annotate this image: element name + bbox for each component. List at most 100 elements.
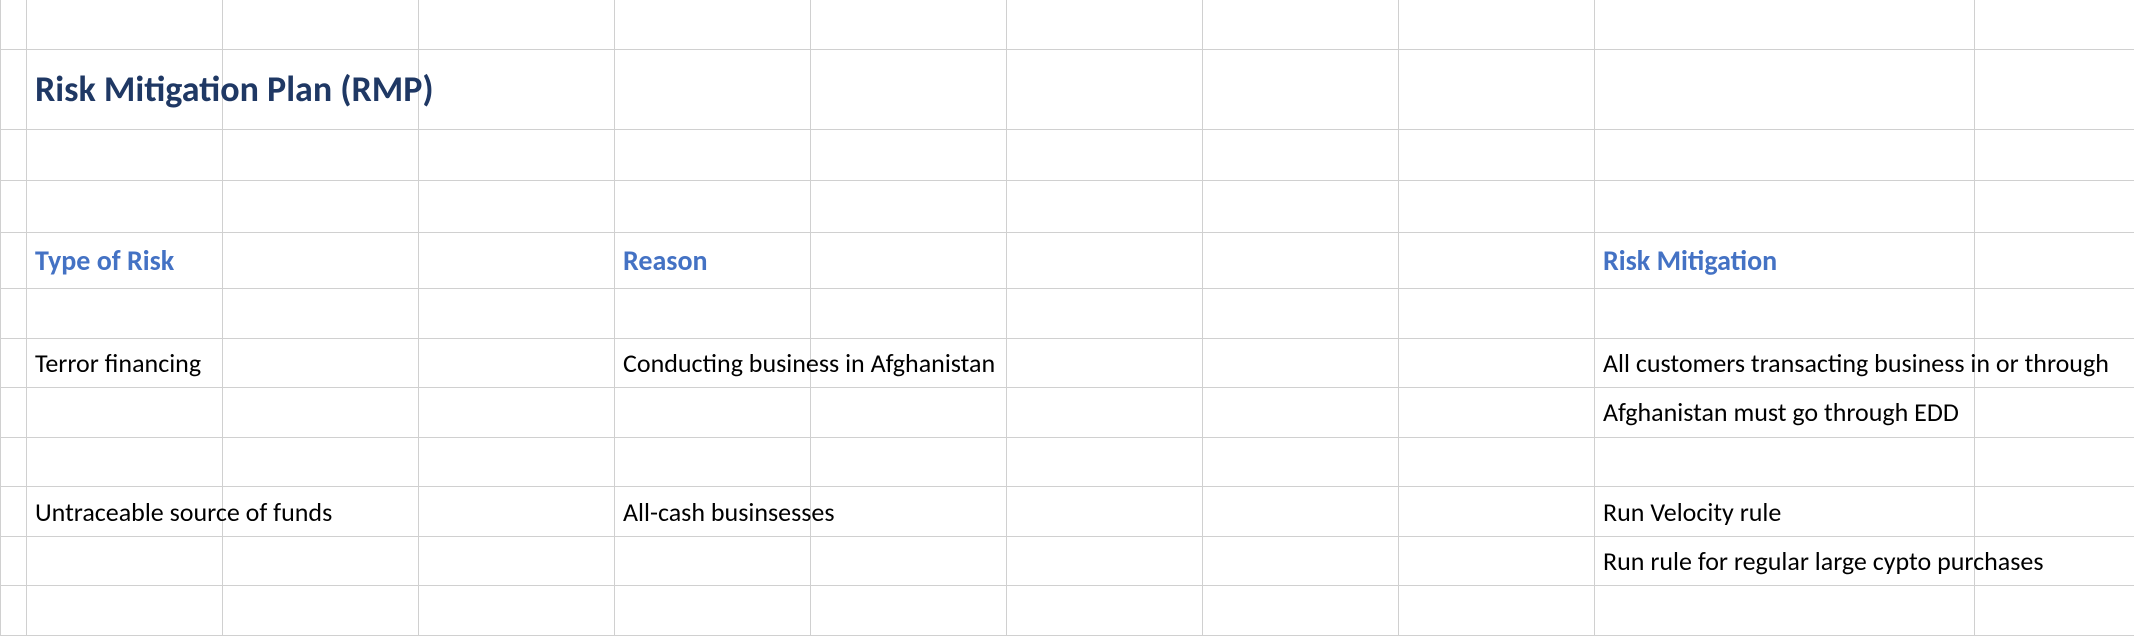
cell-type[interactable]: Terror financing: [27, 338, 223, 388]
cell[interactable]: [811, 289, 1007, 339]
cell[interactable]: [1399, 50, 1595, 130]
cell[interactable]: [811, 586, 1007, 636]
cell[interactable]: [1595, 437, 1975, 487]
cell[interactable]: [1399, 289, 1595, 339]
cell[interactable]: [1975, 0, 2134, 50]
cell[interactable]: [223, 338, 419, 388]
cell[interactable]: [1975, 487, 2134, 537]
cell-mitigation[interactable]: Run rule for regular large cypto purchas…: [1595, 536, 1975, 586]
cell[interactable]: [27, 388, 223, 438]
cell[interactable]: [1595, 0, 1975, 50]
cell[interactable]: [419, 536, 615, 586]
cell[interactable]: [1, 536, 27, 586]
cell[interactable]: [1975, 437, 2134, 487]
cell[interactable]: [1399, 586, 1595, 636]
cell[interactable]: [1, 289, 27, 339]
cell[interactable]: [1399, 388, 1595, 438]
cell[interactable]: [615, 129, 811, 181]
cell-mitigation[interactable]: All customers transacting business in or…: [1595, 338, 1975, 388]
cell-mitigation[interactable]: Run Velocity rule: [1595, 487, 1975, 537]
cell[interactable]: [1595, 181, 1975, 233]
cell[interactable]: [223, 388, 419, 438]
cell[interactable]: [1007, 50, 1203, 130]
cell[interactable]: [419, 388, 615, 438]
cell[interactable]: [1595, 586, 1975, 636]
cell[interactable]: [1007, 536, 1203, 586]
cell-reason[interactable]: All-cash businsesses: [615, 487, 811, 537]
cell[interactable]: [1007, 181, 1203, 233]
cell[interactable]: [811, 0, 1007, 50]
table-row[interactable]: Afghanistan must go through EDD: [1, 388, 2134, 438]
cell[interactable]: [615, 586, 811, 636]
cell[interactable]: [27, 181, 223, 233]
cell[interactable]: [811, 388, 1007, 438]
cell[interactable]: [1203, 536, 1399, 586]
cell[interactable]: [223, 0, 419, 50]
cell[interactable]: [419, 586, 615, 636]
cell[interactable]: [615, 289, 811, 339]
cell[interactable]: [615, 388, 811, 438]
cell[interactable]: [1007, 437, 1203, 487]
cell[interactable]: [223, 536, 419, 586]
cell[interactable]: [223, 233, 419, 289]
cell[interactable]: [1203, 181, 1399, 233]
cell[interactable]: [1203, 289, 1399, 339]
cell[interactable]: [1203, 338, 1399, 388]
cell[interactable]: [1975, 50, 2134, 130]
cell[interactable]: [223, 181, 419, 233]
cell[interactable]: [1399, 233, 1595, 289]
cell[interactable]: [615, 181, 811, 233]
cell[interactable]: [223, 289, 419, 339]
cell-mitigation[interactable]: Afghanistan must go through EDD: [1595, 388, 1975, 438]
cell-type[interactable]: Untraceable source of funds: [27, 487, 223, 537]
cell[interactable]: [419, 0, 615, 50]
cell[interactable]: [419, 289, 615, 339]
column-header-mitigation[interactable]: Risk Mitigation: [1595, 233, 1975, 289]
cell[interactable]: [1, 129, 27, 181]
cell[interactable]: [1007, 586, 1203, 636]
cell[interactable]: [1, 437, 27, 487]
cell[interactable]: [419, 181, 615, 233]
cell[interactable]: [1399, 536, 1595, 586]
cell[interactable]: [1203, 437, 1399, 487]
cell[interactable]: [1, 338, 27, 388]
cell[interactable]: [1007, 338, 1203, 388]
cell[interactable]: [1, 181, 27, 233]
cell[interactable]: [419, 437, 615, 487]
table-row[interactable]: Terror financing Conducting business in …: [1, 338, 2134, 388]
cell[interactable]: [811, 50, 1007, 130]
cell[interactable]: [1399, 338, 1595, 388]
cell[interactable]: [1203, 388, 1399, 438]
cell[interactable]: [1595, 129, 1975, 181]
cell[interactable]: [1007, 388, 1203, 438]
cell[interactable]: [1975, 233, 2134, 289]
cell[interactable]: [27, 586, 223, 636]
cell[interactable]: [811, 233, 1007, 289]
cell[interactable]: [1975, 586, 2134, 636]
cell[interactable]: [1399, 0, 1595, 50]
cell[interactable]: [1595, 289, 1975, 339]
cell[interactable]: [223, 129, 419, 181]
cell[interactable]: [419, 233, 615, 289]
spreadsheet-grid[interactable]: Risk Mitigation Plan (RMP) Type of Risk …: [0, 0, 2134, 636]
cell[interactable]: [615, 437, 811, 487]
cell[interactable]: [1399, 129, 1595, 181]
cell[interactable]: [1203, 487, 1399, 537]
cell[interactable]: [1203, 0, 1399, 50]
cell[interactable]: [27, 129, 223, 181]
cell[interactable]: [223, 437, 419, 487]
cell[interactable]: [1975, 388, 2134, 438]
cell[interactable]: [615, 536, 811, 586]
cell[interactable]: [223, 586, 419, 636]
cell[interactable]: [811, 129, 1007, 181]
cell[interactable]: [1975, 129, 2134, 181]
cell[interactable]: [1, 586, 27, 636]
cell[interactable]: [1203, 129, 1399, 181]
cell[interactable]: [1, 487, 27, 537]
cell[interactable]: [419, 338, 615, 388]
cell[interactable]: [1975, 289, 2134, 339]
cell[interactable]: [1399, 487, 1595, 537]
cell[interactable]: [811, 536, 1007, 586]
cell[interactable]: [811, 437, 1007, 487]
cell[interactable]: [27, 0, 223, 50]
